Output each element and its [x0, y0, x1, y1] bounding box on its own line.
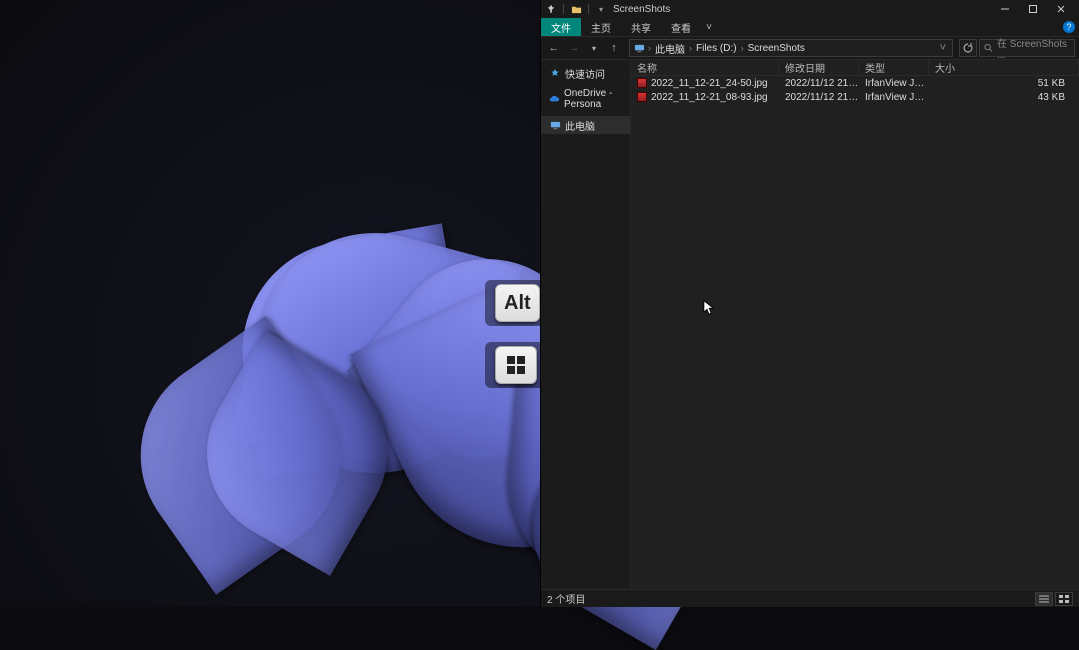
file-rows: 2022_11_12-21_24-50.jpg 2022/11/12 21:48… [631, 76, 1079, 589]
nav-toolbar: ← → ▾ ↑ › 此电脑 › Files (D:) › ScreenShots… [541, 36, 1079, 60]
ribbon-tab-home[interactable]: 主页 [581, 18, 621, 36]
view-details-button[interactable] [1035, 592, 1053, 606]
file-type: IrfanView JPG File [859, 92, 929, 103]
refresh-button[interactable] [959, 39, 977, 57]
keycap-windows [495, 346, 537, 384]
folder-icon [570, 3, 582, 15]
breadcrumb-drive[interactable]: Files (D:) [694, 43, 739, 54]
keycap-alt: Alt [495, 284, 540, 322]
file-row[interactable]: 2022_11_12-21_24-50.jpg 2022/11/12 21:48… [631, 76, 1079, 90]
column-header-date[interactable]: 修改日期 [779, 60, 859, 75]
tree-label: 此电脑 [565, 118, 595, 133]
navigation-pane[interactable]: 快速访问 OneDrive - Persona 此电脑 [541, 60, 631, 589]
wallpaper-bloom [140, 180, 560, 600]
this-pc-icon [632, 41, 646, 55]
address-bar[interactable]: › 此电脑 › Files (D:) › ScreenShots ˅ [629, 39, 953, 57]
cloud-icon [549, 93, 560, 105]
tree-label: 快速访问 [565, 66, 605, 81]
ribbon-expand-icon[interactable]: ˅ [701, 18, 717, 36]
file-size: 51 KB [929, 78, 1079, 89]
ribbon-tab-file[interactable]: 文件 [541, 18, 581, 36]
address-dropdown-icon[interactable]: ˅ [936, 42, 950, 54]
column-header-type[interactable]: 类型 [859, 60, 929, 75]
window-title: ScreenShots [613, 4, 670, 15]
status-item-count: 2 个项目 [547, 591, 585, 606]
nav-up-button[interactable]: ↑ [605, 39, 623, 57]
column-header-size[interactable]: 大小 [929, 60, 1079, 75]
star-icon [549, 67, 561, 79]
chevron-right-icon[interactable]: › [689, 43, 692, 53]
column-header-name[interactable]: 名称 [631, 60, 779, 75]
close-button[interactable] [1047, 0, 1075, 18]
chevron-right-icon[interactable]: › [648, 43, 651, 53]
search-icon [984, 43, 993, 53]
maximize-button[interactable] [1019, 0, 1047, 18]
search-input[interactable]: 在 ScreenShots ... [979, 39, 1075, 57]
ribbon-help-button[interactable]: ? [1059, 18, 1079, 36]
tree-this-pc[interactable]: 此电脑 [541, 116, 630, 134]
jpg-file-icon [637, 92, 647, 102]
nav-back-button[interactable]: ← [545, 39, 563, 57]
nav-history-dropdown[interactable]: ▾ [585, 39, 603, 57]
this-pc-icon [549, 119, 561, 131]
ribbon-tab-share[interactable]: 共享 [621, 18, 661, 36]
file-row[interactable]: 2022_11_12-21_08-93.jpg 2022/11/12 21:48… [631, 90, 1079, 104]
file-size: 43 KB [929, 92, 1079, 103]
titlebar[interactable]: ▾ ScreenShots [541, 0, 1079, 18]
file-date: 2022/11/12 21:48 [779, 92, 859, 103]
file-explorer-window: ▾ ScreenShots 文件 主页 共享 查看 ˅ ? ← → ▾ ↑ › … [540, 0, 1079, 607]
qat-dropdown-icon[interactable]: ▾ [595, 3, 607, 15]
nav-forward-button[interactable]: → [565, 39, 583, 57]
chevron-right-icon[interactable]: › [741, 43, 744, 53]
file-type: IrfanView JPG File [859, 78, 929, 89]
ribbon-tab-view[interactable]: 查看 [661, 18, 701, 36]
column-headers: 名称 修改日期 类型 大小 [631, 60, 1079, 76]
ribbon-tabs: 文件 主页 共享 查看 ˅ ? [541, 18, 1079, 36]
file-name: 2022_11_12-21_08-93.jpg [651, 92, 768, 103]
breadcrumb-folder[interactable]: ScreenShots [746, 43, 807, 54]
qat-pin-icon[interactable] [545, 3, 557, 15]
minimize-button[interactable] [991, 0, 1019, 18]
file-list-pane[interactable]: 名称 修改日期 类型 大小 2022_11_12-21_24-50.jpg 20… [631, 60, 1079, 589]
search-placeholder: 在 ScreenShots ... [997, 35, 1070, 61]
jpg-file-icon [637, 78, 647, 88]
tree-onedrive[interactable]: OneDrive - Persona [541, 90, 630, 108]
tree-label: OneDrive - Persona [564, 88, 630, 110]
breadcrumb-root[interactable]: 此电脑 [653, 41, 687, 56]
file-name: 2022_11_12-21_24-50.jpg [651, 78, 768, 89]
file-date: 2022/11/12 21:48 [779, 78, 859, 89]
view-thumbnails-button[interactable] [1055, 592, 1073, 606]
tree-quick-access[interactable]: 快速访问 [541, 64, 630, 82]
status-bar: 2 个项目 [541, 589, 1079, 607]
